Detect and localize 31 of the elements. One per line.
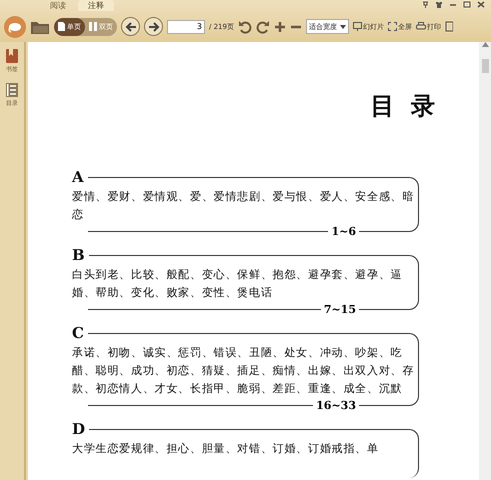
printer-icon <box>416 22 426 31</box>
forward-button[interactable] <box>144 17 163 36</box>
back-button[interactable] <box>121 17 140 36</box>
book-icon <box>5 48 19 64</box>
app-logo[interactable] <box>4 16 26 38</box>
entry-list: 白头到老、比较、般配、变心、保鲜、抱怨、避孕套、避孕、逼婚、帮助、变化、败家、变性、煲电话 <box>72 266 415 302</box>
tab[interactable]: 阅读 <box>40 0 76 11</box>
page-title: 目 录 <box>370 90 439 122</box>
expand-icon <box>388 22 397 31</box>
tab[interactable]: 注释 <box>78 0 114 11</box>
page-icon <box>58 22 65 31</box>
list-icon <box>5 82 19 98</box>
zoom-in-icon[interactable] <box>274 20 286 32</box>
dropdown-caret-icon <box>340 24 346 28</box>
entry-list: 承诺、初吻、诚实、惩罚、错误、丑陋、处女、冲动、吵架、吃醋、聪明、成功、初恋、猜疑、插足、痴情、出嫁、出双入对、存款、初恋情人、才女、长指甲、脆弱、差距、重逢、成全、沉默 <box>72 344 415 398</box>
maximize-icon[interactable] <box>463 1 471 8</box>
left-arrow-icon <box>124 22 136 32</box>
page-number-field[interactable]: 3 <box>167 20 205 34</box>
entry-list: 大学生恋爱规律、担心、胆量、对错、订婚、订婚戒指、单 <box>72 440 415 458</box>
shirt-icon[interactable] <box>435 1 443 8</box>
right-arrow-icon <box>148 22 160 32</box>
projector-icon <box>352 22 362 31</box>
rotate-left-icon[interactable] <box>238 20 252 34</box>
entry-list: 爱情、爱财、爱情观、爱、爱情悲剧、爱与恨、爱人、安全感、暗恋 <box>72 188 415 224</box>
pin-icon[interactable] <box>422 1 429 8</box>
close-icon[interactable] <box>477 1 485 8</box>
window-icon[interactable] <box>444 20 453 32</box>
scrollbar[interactable] <box>479 42 491 480</box>
scroll-thumb[interactable] <box>482 59 488 73</box>
two-page-icon <box>89 22 97 31</box>
rotate-right-icon[interactable] <box>256 20 270 34</box>
